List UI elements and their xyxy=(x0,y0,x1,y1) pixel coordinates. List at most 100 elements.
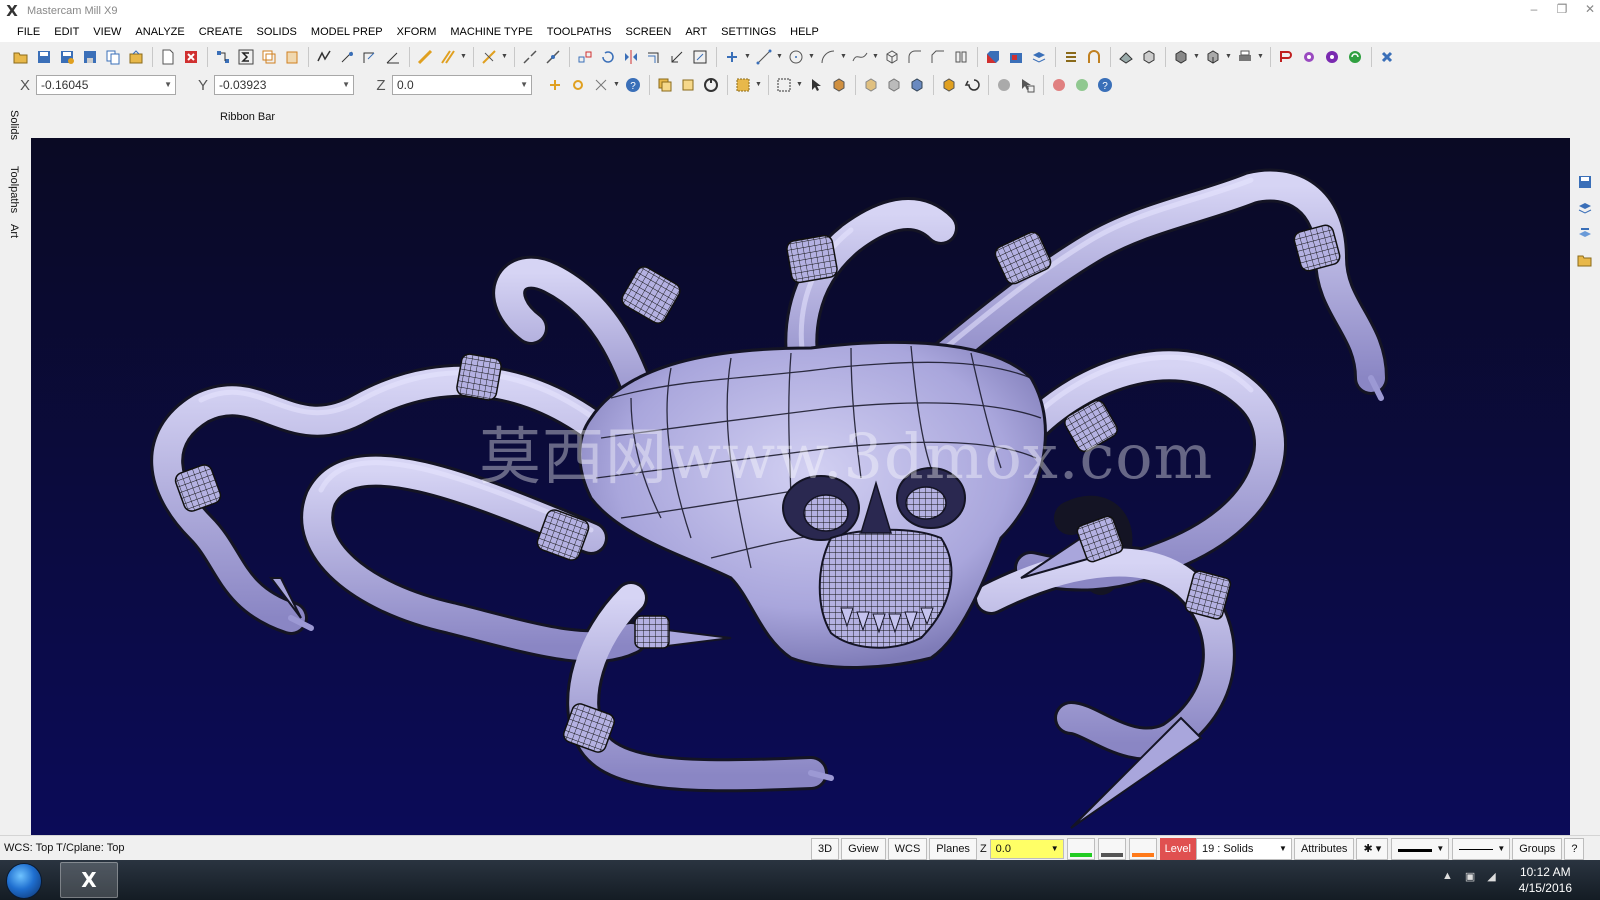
solid-block-icon[interactable] xyxy=(1138,46,1160,68)
toolpath-icon[interactable] xyxy=(1275,46,1297,68)
line-tool-icon[interactable] xyxy=(414,46,436,68)
ok-icon[interactable] xyxy=(1071,74,1093,96)
graphics-viewport[interactable]: 莫西网www.3dmox.com xyxy=(31,138,1570,835)
tab-solids[interactable]: Solids xyxy=(8,110,20,140)
save-icon[interactable] xyxy=(33,46,55,68)
dropdown-arrow-icon[interactable]: ▼ xyxy=(501,46,508,68)
dropdown-arrow-icon[interactable]: ▼ xyxy=(1225,46,1232,68)
3d-button[interactable]: 3D xyxy=(811,838,840,860)
face-select-icon[interactable] xyxy=(860,74,882,96)
undo-select-icon[interactable] xyxy=(961,74,983,96)
z-depth-input[interactable]: 0.0 ▼ xyxy=(989,839,1064,859)
y-coord-input[interactable]: -0.03923 ▼ xyxy=(214,75,354,95)
copy-file-icon[interactable] xyxy=(102,46,124,68)
new-file-icon[interactable] xyxy=(157,46,179,68)
gear-icon[interactable] xyxy=(1298,46,1320,68)
multi-line-tool-icon[interactable] xyxy=(437,46,459,68)
dropdown-arrow-icon[interactable]: ▼ xyxy=(840,46,847,68)
recycle-icon[interactable] xyxy=(1344,46,1366,68)
mastercam-taskbar-button[interactable]: X xyxy=(60,862,118,898)
body-select-icon[interactable] xyxy=(906,74,928,96)
dropdown-arrow-icon[interactable]: ▼ xyxy=(744,46,751,68)
dropdown-arrow-icon[interactable]: ▼ xyxy=(460,46,467,68)
stop-icon[interactable] xyxy=(1048,74,1070,96)
rotate-icon[interactable] xyxy=(597,46,619,68)
delete-icon[interactable] xyxy=(180,46,202,68)
levels-icon[interactable] xyxy=(1575,224,1595,244)
menu-settings[interactable]: SETTINGS xyxy=(714,22,783,42)
solid-revolve-icon[interactable] xyxy=(1005,46,1027,68)
stretch-icon[interactable] xyxy=(666,46,688,68)
dropdown-arrow-icon[interactable]: ▼ xyxy=(796,74,803,96)
restore-button[interactable]: ❐ xyxy=(1556,2,1568,16)
dropdown-arrow-icon[interactable]: ▼ xyxy=(613,74,620,96)
menu-edit[interactable]: EDIT xyxy=(47,22,86,42)
sigma-icon[interactable] xyxy=(235,46,257,68)
menu-art[interactable]: ART xyxy=(678,22,714,42)
verify-select-icon[interactable] xyxy=(993,74,1015,96)
solid-layers-icon[interactable] xyxy=(1028,46,1050,68)
edge-select-icon[interactable] xyxy=(883,74,905,96)
fillet-icon[interactable] xyxy=(904,46,926,68)
dropdown-arrow-icon[interactable]: ▼ xyxy=(872,46,879,68)
select-all-icon[interactable] xyxy=(654,74,676,96)
line-width-select[interactable]: ▼ xyxy=(1452,838,1511,860)
solid-extrude-icon[interactable] xyxy=(982,46,1004,68)
angle-icon[interactable] xyxy=(382,46,404,68)
list-icon[interactable] xyxy=(1060,46,1082,68)
z-coord-input[interactable]: 0.0 ▼ xyxy=(392,75,532,95)
copy-entity-icon[interactable] xyxy=(258,46,280,68)
zip2go-icon[interactable] xyxy=(125,46,147,68)
circle-tool-icon[interactable] xyxy=(785,46,807,68)
offset-icon[interactable] xyxy=(643,46,665,68)
help-icon[interactable]: ? xyxy=(622,74,644,96)
solid-color-button[interactable] xyxy=(1128,838,1157,860)
open-file-icon[interactable] xyxy=(10,46,32,68)
menu-model-prep[interactable]: MODEL PREP xyxy=(304,22,390,42)
autocursor-settings-icon[interactable] xyxy=(590,74,612,96)
line-endpoints-icon[interactable] xyxy=(753,46,775,68)
dropdown-arrow-icon[interactable]: ▼ xyxy=(755,74,762,96)
gview-button[interactable]: Gview xyxy=(841,838,886,860)
save-view-icon[interactable] xyxy=(1575,172,1595,192)
system-color-button[interactable] xyxy=(1066,838,1095,860)
close-button[interactable]: ✕ xyxy=(1584,2,1596,16)
minimize-button[interactable]: – xyxy=(1528,2,1540,16)
project-icon[interactable] xyxy=(689,46,711,68)
print-icon[interactable] xyxy=(1234,46,1256,68)
save-some-icon[interactable] xyxy=(79,46,101,68)
show-hidden-icons-icon[interactable]: ▲ xyxy=(1442,870,1453,883)
dropdown-arrow-icon[interactable]: ▼ xyxy=(1257,46,1264,68)
menu-help[interactable]: HELP xyxy=(783,22,826,42)
mirror-icon[interactable] xyxy=(620,46,642,68)
clock[interactable]: 10:12 AM 4/15/2016 xyxy=(1519,864,1572,896)
surface-color-button[interactable] xyxy=(1097,838,1126,860)
surface-icon[interactable] xyxy=(1115,46,1137,68)
help-button[interactable]: ? xyxy=(1564,838,1585,860)
save-as-icon[interactable] xyxy=(56,46,78,68)
menu-view[interactable]: VIEW xyxy=(86,22,128,42)
network-icon[interactable]: ▣ xyxy=(1465,870,1475,883)
rectangle-shape-icon[interactable] xyxy=(950,46,972,68)
menu-toolpaths[interactable]: TOOLPATHS xyxy=(540,22,619,42)
menu-file[interactable]: FILE xyxy=(10,22,47,42)
cursor-select-icon[interactable] xyxy=(1016,74,1038,96)
trim-icon[interactable] xyxy=(478,46,500,68)
shading-icon[interactable] xyxy=(1202,46,1224,68)
level-select[interactable]: 19 : Solids ▼ xyxy=(1195,838,1292,860)
autocursor-icon[interactable] xyxy=(567,74,589,96)
point-tool-icon[interactable] xyxy=(721,46,743,68)
solid-select-icon[interactable] xyxy=(828,74,850,96)
tab-art[interactable]: Art xyxy=(8,224,20,238)
volume-icon[interactable]: ◢ xyxy=(1487,870,1495,883)
verify-icon[interactable] xyxy=(313,46,335,68)
settings-gear-icon[interactable] xyxy=(1321,46,1343,68)
analyze-entity-icon[interactable] xyxy=(212,46,234,68)
select-only-icon[interactable] xyxy=(677,74,699,96)
fast-point-icon[interactable] xyxy=(544,74,566,96)
help-circle-icon[interactable]: ? xyxy=(1094,74,1116,96)
spline-tool-icon[interactable] xyxy=(849,46,871,68)
line-style-select[interactable]: ▼ xyxy=(1391,838,1450,860)
scale-icon[interactable] xyxy=(542,46,564,68)
break-icon[interactable] xyxy=(519,46,541,68)
